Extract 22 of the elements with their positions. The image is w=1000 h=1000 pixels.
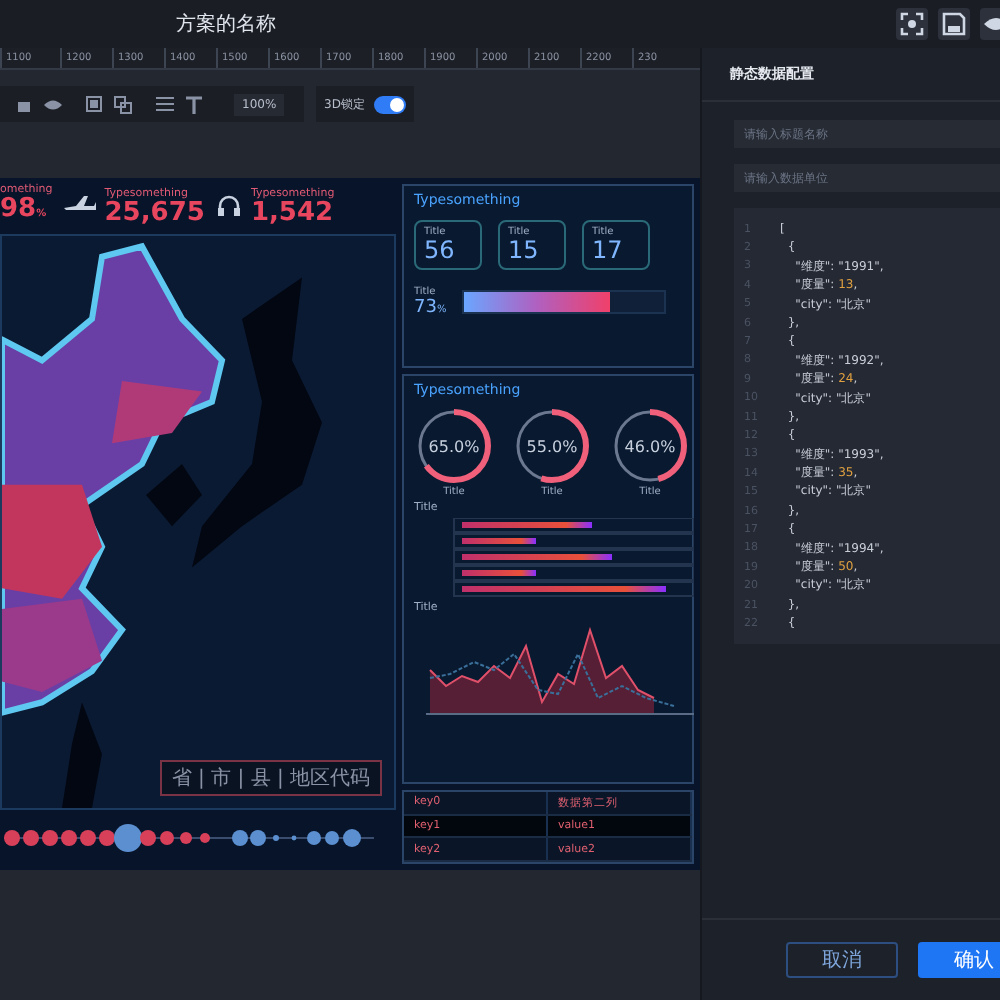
headset-icon [216,193,243,219]
group-icon[interactable] [86,96,102,112]
gauge-value: 65.0% [426,435,482,459]
card-value: 17 [592,238,625,264]
eye-icon[interactable] [44,97,62,111]
gauge-value: 55.0% [524,435,580,459]
card-value: 15 [508,238,541,264]
save-icon[interactable] [938,8,970,40]
airplane-icon [64,196,97,216]
stat-value: 25,675 [104,199,205,225]
cancel-button[interactable]: 取消 [786,942,898,978]
window-title: 方案的名称 [176,11,276,38]
gauge-value: 46.0% [622,435,678,459]
toggle-switch[interactable] [374,95,407,113]
fullscreen-icon[interactable] [896,8,928,40]
confirm-button[interactable]: 确认 [918,942,1000,978]
text-icon[interactable] [186,95,202,113]
search-field[interactable]: 省 | 市 | 县 | 地区代码 [159,760,382,796]
card-value: 56 [424,238,457,264]
ungroup-icon[interactable] [114,95,132,113]
align-icon[interactable] [156,96,174,112]
stat-value: 1,542 [250,199,335,225]
